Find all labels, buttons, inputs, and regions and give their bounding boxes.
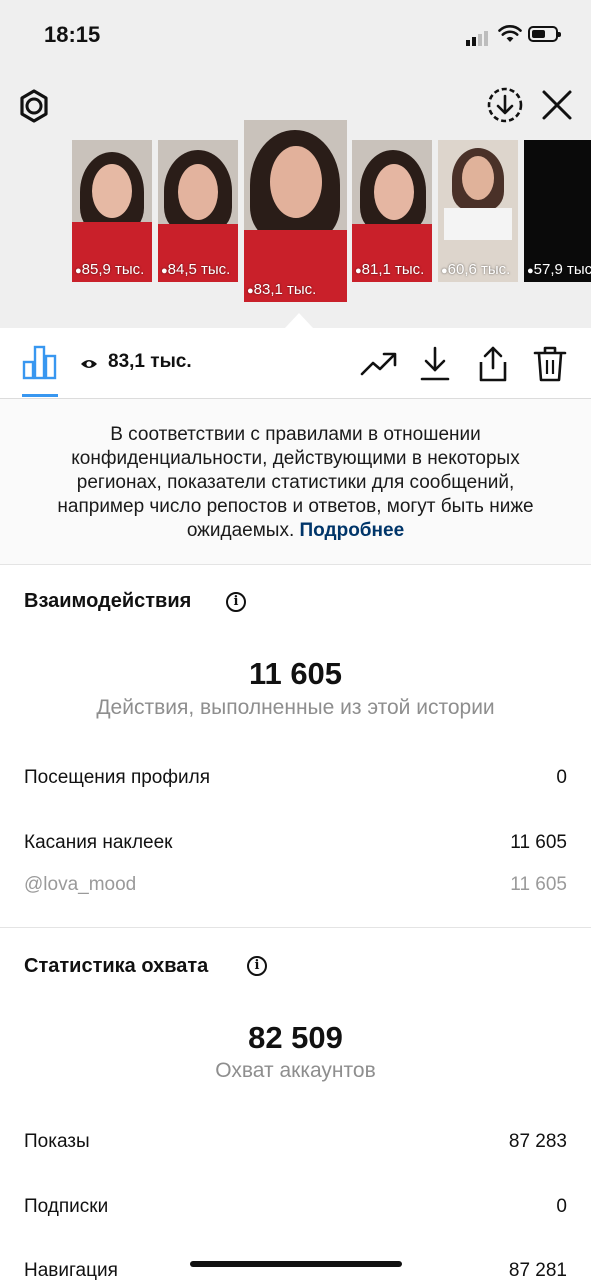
battery-icon bbox=[528, 26, 561, 42]
home-indicator[interactable] bbox=[190, 1261, 402, 1267]
story-thumbnail-strip: ●85,9 тыс. ●84,5 тыс. ●83,1 тыс. ●81,1 т… bbox=[0, 120, 591, 308]
reach-total: 82 509 bbox=[248, 1020, 343, 1055]
notice-body: В соответствии с правилами в отношении к… bbox=[57, 424, 534, 541]
stat-row-sub: @lova_mood 11 605 bbox=[24, 874, 567, 896]
insights-action-bar: 83,1 тыс. bbox=[0, 328, 591, 399]
bar-chart-icon[interactable] bbox=[22, 344, 58, 380]
stat-value: 0 bbox=[556, 1196, 567, 1217]
delete-trash-icon[interactable] bbox=[533, 346, 567, 382]
reach-title: Статистика охвата bbox=[24, 955, 209, 977]
reach-total-label: Охват аккаунтов bbox=[215, 1059, 376, 1082]
cellular-signal-icon bbox=[466, 28, 490, 46]
interactions-total: 11 605 bbox=[248, 656, 343, 691]
stat-row: Посещения профиля 0 bbox=[24, 767, 567, 789]
stat-value: 11 605 bbox=[510, 832, 567, 853]
status-bar: 18:15 bbox=[0, 0, 591, 70]
stat-value: 87 283 bbox=[508, 1131, 567, 1152]
section-divider bbox=[0, 927, 591, 928]
story-thumbnail[interactable]: ●81,1 тыс. bbox=[352, 140, 432, 282]
story-thumbnail[interactable]: ●84,5 тыс. bbox=[158, 140, 238, 282]
download-icon[interactable] bbox=[419, 346, 451, 382]
story-thumbnail[interactable]: ●60,6 тыс. bbox=[438, 140, 518, 282]
stat-label: Посещения профиля bbox=[24, 767, 210, 788]
story-thumbnail[interactable]: ●57,9 тыс. bbox=[524, 140, 591, 282]
stat-value: 11 605 bbox=[510, 874, 567, 895]
sticker-mention-label: @lova_mood bbox=[24, 874, 137, 895]
stat-row: Подписки 0 bbox=[24, 1196, 567, 1218]
thumbnail-view-count: 83,1 тыс. bbox=[253, 281, 317, 298]
interactions-total-label: Действия, выполненные из этой истории bbox=[96, 696, 495, 719]
thumbnail-view-count: 84,5 тыс. bbox=[167, 261, 231, 278]
active-tab-indicator bbox=[22, 394, 58, 397]
stat-value: 0 bbox=[556, 767, 567, 788]
thumbnail-view-count: 85,9 тыс. bbox=[81, 261, 145, 278]
selected-story-pointer bbox=[285, 313, 313, 328]
reach-info-icon[interactable]: i bbox=[247, 956, 267, 976]
stat-row: Касания наклеек 11 605 bbox=[24, 832, 567, 854]
story-thumbnail-selected[interactable]: ●83,1 тыс. bbox=[244, 120, 347, 302]
wifi-icon bbox=[498, 25, 522, 42]
thumbnail-view-count: 57,9 тыс. bbox=[533, 261, 591, 278]
thumbnail-view-count: 60,6 тыс. bbox=[447, 261, 511, 278]
thumbnail-view-count: 81,1 тыс. bbox=[361, 261, 425, 278]
status-time: 18:15 bbox=[44, 22, 101, 47]
stat-value: 87 281 bbox=[508, 1260, 567, 1281]
stat-label: Касания наклеек bbox=[24, 832, 173, 853]
close-icon[interactable] bbox=[540, 88, 574, 122]
trending-promote-icon[interactable] bbox=[360, 346, 398, 382]
privacy-notice-text: В соответствии с правилами в отношении к… bbox=[40, 423, 551, 543]
stat-row: Показы 87 283 bbox=[24, 1131, 567, 1153]
privacy-notice: В соответствии с правилами в отношении к… bbox=[0, 399, 591, 565]
learn-more-link[interactable]: Подробнее bbox=[300, 520, 405, 541]
share-icon[interactable] bbox=[475, 346, 511, 382]
story-preview-header: 18:15 ●85,9 тыс. ●84,5 тыс. ●83,1 тыс. ●… bbox=[0, 0, 591, 328]
story-view-count: 83,1 тыс. bbox=[108, 351, 192, 372]
stat-label: Навигация bbox=[24, 1260, 118, 1281]
eye-icon bbox=[81, 360, 97, 368]
interactions-info-icon[interactable]: i bbox=[226, 592, 246, 612]
save-download-circle-icon[interactable] bbox=[486, 86, 524, 124]
stat-label: Подписки bbox=[24, 1196, 109, 1217]
settings-gear-icon[interactable] bbox=[16, 88, 52, 124]
story-thumbnail[interactable]: ●85,9 тыс. bbox=[72, 140, 152, 282]
interactions-title: Взаимодействия bbox=[24, 590, 192, 612]
stat-label: Показы bbox=[24, 1131, 90, 1152]
